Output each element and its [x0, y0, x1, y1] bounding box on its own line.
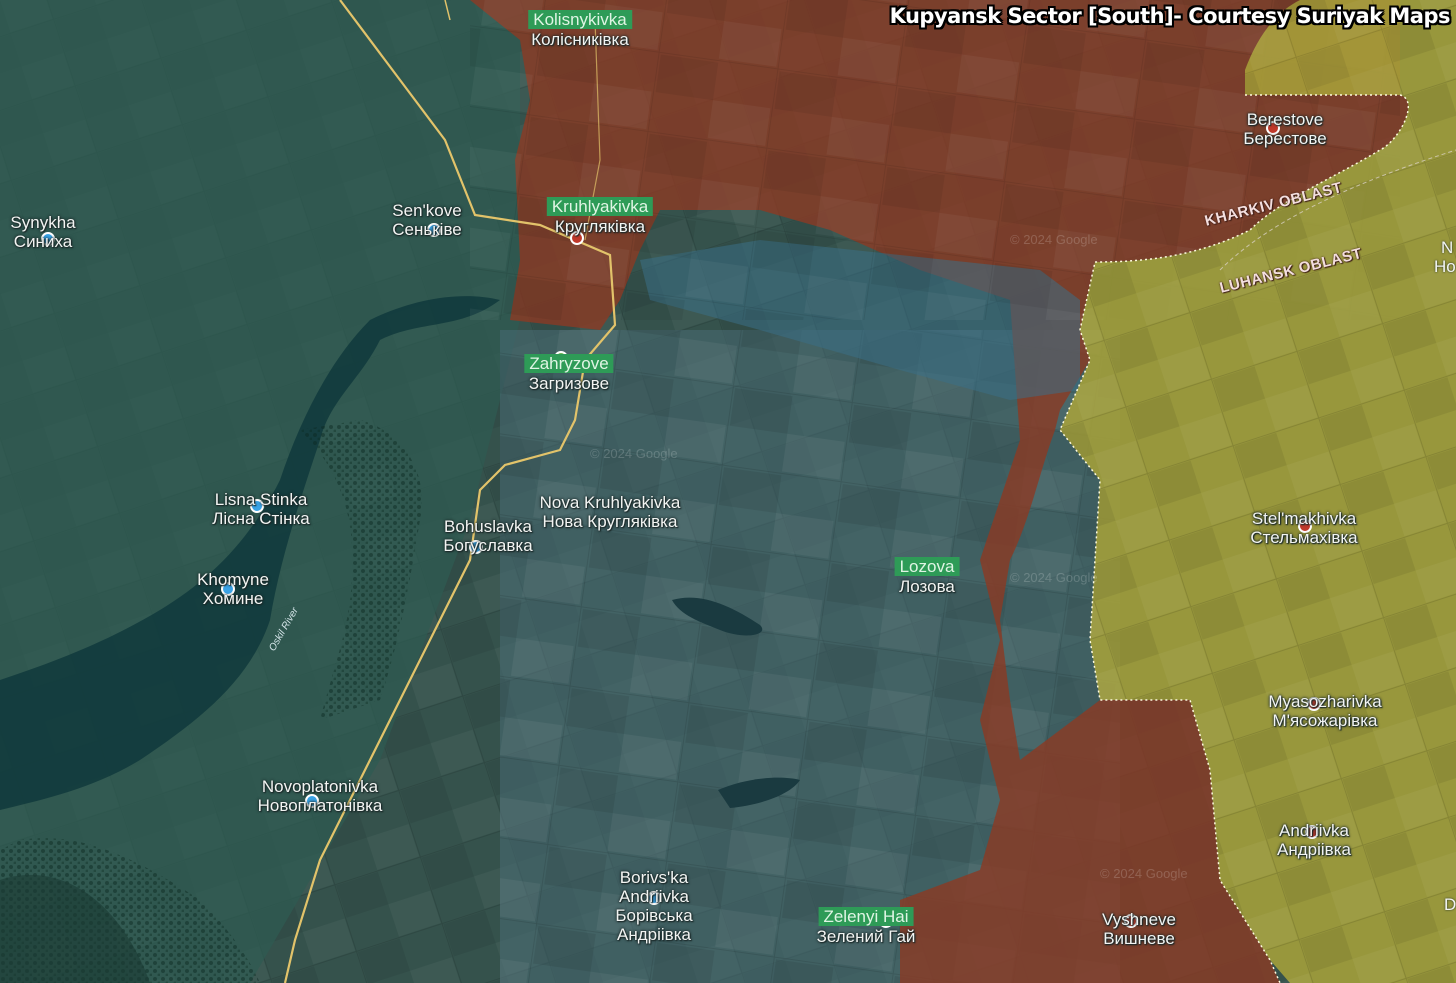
place-name-cyrillic: Лісна Стінка — [212, 509, 310, 528]
place-name-latin: Zelenyi Hai — [818, 907, 914, 926]
place-name-latin: Lozova — [894, 557, 960, 576]
place-name-latin: Sen'kove — [392, 201, 462, 220]
place-name-cyrillic: Борівська Андріівка — [615, 906, 693, 944]
place-name-latin: Nova Kruhlyakivka — [539, 493, 681, 512]
place-label-nova-kruhlyakivka[interactable]: Nova Kruhlyakivka Нова Кругляківка — [535, 493, 685, 531]
place-name-cyrillic: Хомине — [202, 589, 264, 608]
place-name-cyrillic: Новоплатонівка — [257, 796, 383, 815]
place-name-latin: Lisna Stinka — [214, 490, 308, 509]
place-name-latin: Stel'makhivka — [1251, 509, 1357, 528]
watermark: © 2024 Google — [1010, 232, 1098, 247]
place-name-latin: Bohuslavka — [444, 517, 532, 536]
place-name-latin: Myasozharivka — [1268, 692, 1382, 711]
place-name-latin: Novoplatonivka — [261, 777, 379, 796]
place-label-kolisnykivka[interactable]: Kolisnykivka Колісниківка — [528, 10, 632, 49]
place-name-cyrillic: Синиха — [13, 232, 73, 251]
edge-label: Ho — [1434, 257, 1456, 276]
map-canvas[interactable]: © 2024 Google © 2024 Google © 2024 Googl… — [0, 0, 1456, 983]
place-label-senkove[interactable]: Sen'kove Сеньківе — [392, 201, 462, 239]
place-name-cyrillic: Лозова — [899, 577, 955, 596]
place-label-zahryzove[interactable]: Zahryzove Загризове — [524, 354, 614, 393]
place-label-andriivka[interactable]: Andriivka Андріівка — [1277, 821, 1351, 859]
place-label-synykha[interactable]: Synykha Синиха — [10, 213, 75, 251]
place-label-stelmakhivka[interactable]: Stel'makhivka Стельмахівка — [1250, 509, 1357, 547]
place-name-latin: Borivs'ka Andriivka — [619, 868, 689, 906]
place-name-latin: Berestove — [1246, 110, 1324, 129]
place-name-cyrillic: Богуславка — [443, 536, 533, 555]
place-name-cyrillic: Андріівка — [1277, 840, 1351, 859]
place-label-bohuslavka[interactable]: Bohuslavka Богуславка — [443, 517, 532, 555]
place-label-berestove[interactable]: Berestove Берестове — [1243, 110, 1326, 148]
place-name-latin: Synykha — [10, 213, 76, 232]
place-name-cyrillic: Берестове — [1243, 129, 1327, 148]
place-name-cyrillic: Вишневе — [1103, 929, 1175, 948]
watermark: © 2024 Google — [1100, 866, 1188, 881]
place-name-latin: Zahryzove — [524, 354, 614, 373]
place-label-kruhlyakivka[interactable]: Kruhlyakivka Кругляківка — [546, 197, 654, 236]
place-label-vyshneve[interactable]: Vyshneve Вишневе — [1102, 910, 1176, 948]
place-label-zelenyi-hai[interactable]: Zelenyi Hai Зелений Гай — [816, 907, 916, 946]
place-label-lisna-stinka[interactable]: Lisna Stinka Лісна Стінка — [212, 490, 310, 528]
edge-label: D — [1444, 895, 1456, 914]
place-name-cyrillic: Колісниківка — [531, 30, 629, 49]
place-name-latin: Kolisnykivka — [528, 10, 632, 29]
place-label-lozova[interactable]: Lozova Лозова — [894, 557, 960, 596]
place-name-latin: Khomyne — [197, 570, 269, 589]
place-name-latin: Vyshneve — [1101, 910, 1177, 929]
place-name-cyrillic: Стельмахівка — [1250, 528, 1358, 547]
place-name-cyrillic: Нова Кругляківка — [542, 512, 678, 531]
place-name-latin: Andriivka — [1279, 821, 1349, 840]
place-name-latin: Kruhlyakivka — [546, 197, 654, 216]
place-label-myasozharivka[interactable]: Myasozharivka М'ясожарівка — [1268, 692, 1381, 730]
place-name-cyrillic: Зелений Гай — [816, 927, 916, 946]
place-name-cyrillic: Сеньківе — [392, 220, 462, 239]
place-name-cyrillic: Загризове — [528, 374, 610, 393]
map-title: Kupyansk Sector [South]- Courtesy Suriya… — [889, 4, 1451, 28]
place-label-borivska-andriivka[interactable]: Borivs'ka Andriivka Борівська Андріівка — [599, 868, 709, 944]
place-label-khomyne[interactable]: Khomyne Хомине — [197, 570, 269, 608]
watermark: © 2024 Google — [1010, 570, 1098, 585]
place-name-cyrillic: Кругляківка — [554, 217, 646, 236]
edge-label: N — [1441, 238, 1454, 257]
place-label-novoplatonivka[interactable]: Novoplatonivka Новоплатонівка — [258, 777, 383, 815]
watermark: © 2024 Google — [590, 446, 678, 461]
place-name-cyrillic: М'ясожарівка — [1272, 711, 1378, 730]
